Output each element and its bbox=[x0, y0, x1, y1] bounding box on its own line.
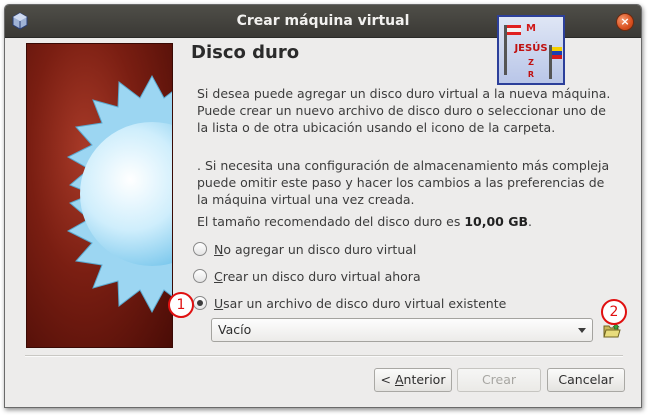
folder-open-icon[interactable] bbox=[603, 323, 621, 339]
radio-button-selected[interactable] bbox=[193, 296, 207, 310]
svg-text:JESÚS: JESÚS bbox=[513, 41, 547, 54]
option-no-disk[interactable]: No agregar un disco duro virtual bbox=[193, 240, 416, 258]
option-label: No agregar un disco duro virtual bbox=[214, 241, 417, 257]
option-label: Usar un archivo de disco duro virtual ex… bbox=[214, 295, 507, 311]
create-button[interactable]: Crear bbox=[457, 368, 541, 392]
svg-text:M: M bbox=[526, 23, 536, 34]
annotation-marker-2: 2 bbox=[601, 299, 627, 325]
radio-button[interactable] bbox=[193, 242, 207, 256]
page-title: Disco duro bbox=[191, 42, 300, 63]
chevron-down-icon bbox=[578, 328, 586, 333]
annotation-marker-1: 1 bbox=[168, 292, 194, 318]
option-label: Crear un disco duro virtual ahora bbox=[214, 268, 421, 284]
author-logo: M JESÚS Z R bbox=[497, 15, 565, 85]
cancel-button[interactable]: Cancelar bbox=[547, 368, 625, 392]
radio-button[interactable] bbox=[193, 269, 207, 283]
button-divider bbox=[25, 355, 623, 357]
svg-text:Z: Z bbox=[528, 58, 534, 67]
starburst-icon bbox=[66, 74, 172, 314]
svg-text:R: R bbox=[528, 70, 534, 79]
option-use-existing-disk[interactable]: Usar un archivo de disco duro virtual ex… bbox=[193, 294, 506, 312]
intro-text: Si desea puede agregar un disco duro vir… bbox=[197, 86, 611, 135]
advanced-note-text: . Si necesita una configuración de almac… bbox=[197, 158, 610, 207]
recommended-size-text: El tamaño recomendado del disco duro es … bbox=[197, 214, 532, 229]
wizard-banner-image bbox=[26, 43, 173, 348]
close-icon[interactable]: × bbox=[616, 13, 634, 31]
existing-disk-select[interactable]: Vacío bbox=[211, 318, 593, 342]
back-button[interactable]: < Anterior bbox=[374, 368, 452, 392]
recommended-size-value: 10,00 GB bbox=[464, 214, 528, 229]
option-create-disk[interactable]: Crear un disco duro virtual ahora bbox=[193, 267, 421, 285]
dialog-window: Crear máquina virtual × M JESÚS Z R Disc… bbox=[4, 4, 642, 408]
select-value: Vacío bbox=[218, 322, 252, 337]
